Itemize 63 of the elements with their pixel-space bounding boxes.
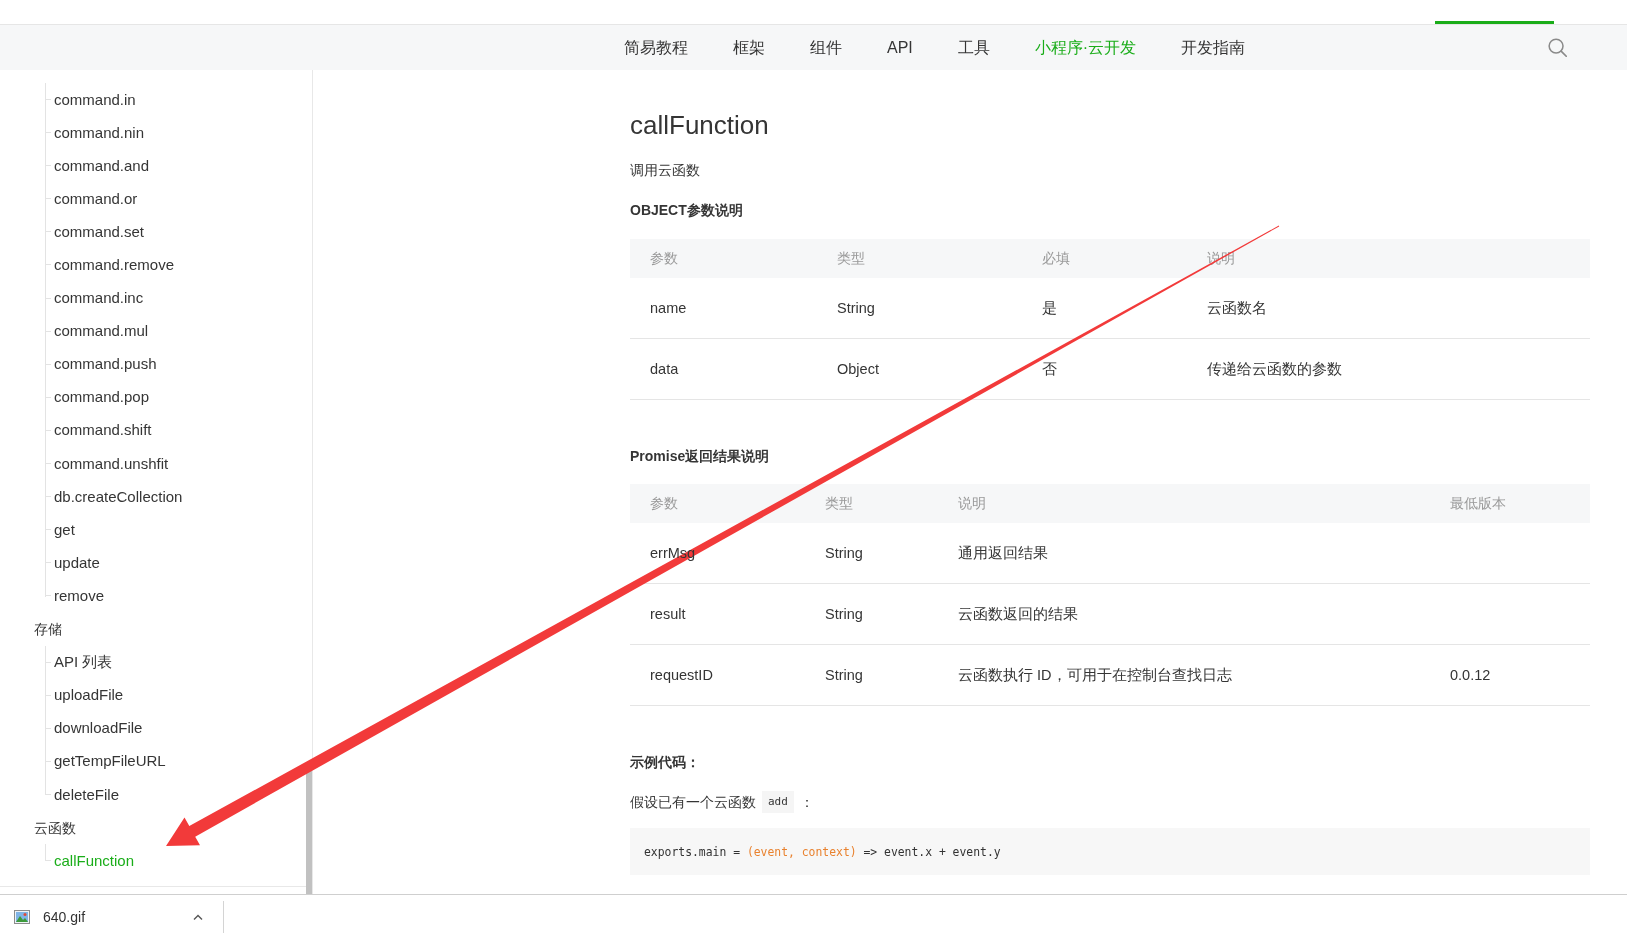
sidebar-item[interactable]: command.push bbox=[54, 354, 157, 375]
table-header-cell: 说明 bbox=[938, 484, 1430, 523]
sidebar-item[interactable]: command.nin bbox=[54, 122, 145, 143]
table-cell: 云函数名 bbox=[1187, 278, 1590, 339]
search-icon[interactable] bbox=[1548, 38, 1567, 57]
sidebar-item[interactable]: command.pop bbox=[54, 387, 150, 408]
table-cell: data bbox=[630, 338, 817, 400]
section-heading: OBJECT参数说明 bbox=[630, 201, 743, 220]
section-heading: Promise返回结果说明 bbox=[630, 447, 770, 466]
table-cell: name bbox=[630, 278, 817, 339]
sidebar-item[interactable]: deleteFile bbox=[54, 784, 120, 805]
sidebar-item[interactable]: command.set bbox=[54, 221, 145, 242]
nav-tab[interactable]: 简易教程 bbox=[624, 36, 688, 59]
table-header-cell: 必填 bbox=[1022, 239, 1187, 278]
table-cell: String bbox=[805, 644, 938, 706]
sidebar-item[interactable]: get bbox=[54, 519, 75, 540]
example-text-colon: ： bbox=[799, 793, 814, 812]
sidebar-item[interactable]: command.remove bbox=[54, 255, 175, 275]
sidebar-group-label[interactable]: 云函数 bbox=[34, 817, 76, 838]
table-cell: String bbox=[805, 523, 938, 584]
sidebar-item[interactable]: API 列表 bbox=[54, 652, 113, 673]
table-header-cell: 类型 bbox=[805, 484, 938, 523]
table-cell: 0.0.12 bbox=[1430, 644, 1590, 706]
sidebar-group-label[interactable]: 存储 bbox=[34, 619, 62, 640]
table-cell: requestID bbox=[630, 644, 805, 706]
scrollbar-thumb[interactable] bbox=[306, 768, 312, 894]
sidebar-item[interactable]: remove bbox=[54, 585, 105, 606]
sidebar-item[interactable]: command.inc bbox=[54, 288, 144, 309]
sidebar-item[interactable]: command.and bbox=[54, 155, 150, 176]
table-header-cell: 参数 bbox=[630, 484, 805, 523]
image-file-icon[interactable] bbox=[14, 910, 30, 924]
example-text: 假设已有一个云函数 bbox=[630, 793, 756, 812]
page-title: callFunction bbox=[630, 109, 769, 142]
table-header-cell: 最低版本 bbox=[1430, 484, 1590, 523]
sidebar-item[interactable]: getTempFileURL bbox=[54, 751, 166, 772]
sidebar-item[interactable]: db.createCollection bbox=[54, 486, 183, 507]
download-file-name[interactable]: 640.gif bbox=[43, 909, 86, 925]
code-block: exports.main = (event, context) => event.x + event.y bbox=[630, 828, 1590, 875]
sidebar-item[interactable]: command.unshfit bbox=[54, 453, 169, 474]
sidebar-item[interactable]: command.or bbox=[54, 188, 138, 209]
table-header-cell: 参数 bbox=[630, 239, 817, 278]
table-cell: String bbox=[817, 278, 1022, 339]
sidebar-item[interactable]: command.mul bbox=[54, 321, 149, 342]
section-heading: 示例代码： bbox=[630, 753, 700, 772]
nav-tab[interactable]: 组件 bbox=[810, 36, 842, 59]
sidebar-item[interactable]: command.shift bbox=[54, 420, 152, 441]
sidebar-item[interactable]: command.in bbox=[54, 89, 136, 110]
table-cell: 云函数执行 ID，可用于在控制台查找日志 bbox=[938, 644, 1430, 706]
table-cell: String bbox=[805, 583, 938, 645]
nav-tab[interactable]: 开发指南 bbox=[1181, 36, 1246, 59]
table-cell: 传递给云函数的参数 bbox=[1187, 338, 1590, 400]
sidebar-item[interactable]: downloadFile bbox=[54, 718, 143, 739]
table-header-cell: 类型 bbox=[817, 239, 1022, 278]
caret-up-icon[interactable] bbox=[193, 914, 203, 920]
description-text: 调用云函数 bbox=[630, 161, 700, 180]
nav-tab[interactable]: 框架 bbox=[733, 36, 765, 59]
nav-tab[interactable]: 工具 bbox=[957, 36, 990, 59]
sidebar-item[interactable]: uploadFile bbox=[54, 685, 124, 706]
nav-tab[interactable]: API bbox=[887, 36, 913, 59]
table-cell: 云函数返回的结果 bbox=[938, 583, 1430, 645]
sidebar-item[interactable]: update bbox=[54, 552, 100, 573]
table-cell: 通用返回结果 bbox=[938, 523, 1430, 584]
inline-code: add bbox=[762, 791, 794, 813]
